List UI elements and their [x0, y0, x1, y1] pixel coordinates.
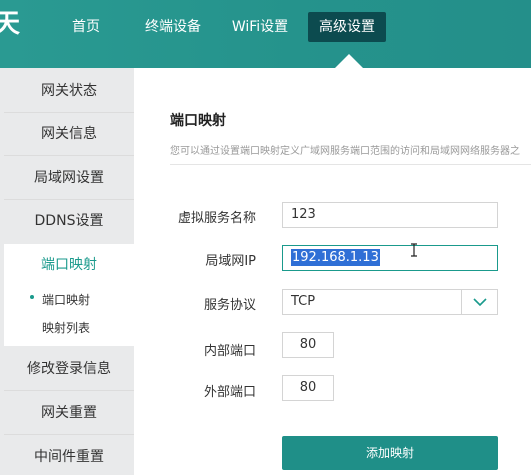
sub-item-mapping-list[interactable]: 映射列表	[42, 319, 90, 336]
sidebar-item-gateway-info[interactable]: 网关信息	[4, 113, 134, 155]
section-divider	[170, 164, 531, 165]
active-sub-bullet-icon	[30, 295, 34, 299]
protocol-selected-value: TCP	[291, 294, 316, 309]
protocol-label: 服务协议	[203, 298, 256, 313]
service-name-label: 虚拟服务名称	[177, 211, 256, 226]
sidebar: 网关状态 网关信息 局域网设置 DDNS设置 端口映射 端口映射 映射列表 修改…	[4, 68, 134, 475]
page-title: 端口映射	[170, 113, 226, 129]
brand-logo: 天	[0, 9, 20, 39]
sidebar-submenu: 端口映射 映射列表	[4, 282, 134, 346]
sidebar-item-gateway-status[interactable]: 网关状态	[4, 70, 134, 112]
nav-wifi-settings[interactable]: WiFi设置	[224, 12, 296, 42]
sidebar-item-gateway-reset[interactable]: 网关重置	[4, 392, 134, 434]
internal-port-label: 内部端口	[203, 344, 256, 359]
sidebar-divider	[4, 155, 134, 156]
sidebar-item-lan-settings[interactable]: 局域网设置	[4, 157, 134, 199]
sub-item-port-mapping[interactable]: 端口映射	[42, 291, 90, 308]
nav-advanced-settings[interactable]: 高级设置	[308, 12, 386, 42]
internal-port-input[interactable]: 80	[282, 332, 334, 358]
service-name-input[interactable]: 123	[282, 202, 498, 228]
lan-ip-input[interactable]: 192.168.1.13	[282, 245, 498, 271]
sidebar-divider	[4, 434, 134, 435]
lan-ip-label: 局域网IP	[205, 254, 256, 269]
protocol-select[interactable]: TCP	[282, 289, 498, 315]
lan-ip-selected-text: 192.168.1.13	[291, 249, 380, 266]
page-description: 您可以通过设置端口映射定义广域网服务端口范围的访问和局域网网络服务器之	[170, 146, 520, 157]
sidebar-divider	[4, 390, 134, 391]
external-port-input[interactable]: 80	[282, 375, 334, 401]
sidebar-item-port-mapping[interactable]: 端口映射	[4, 244, 134, 286]
top-nav-bar: 天 首页 终端设备 WiFi设置 高级设置	[0, 0, 531, 68]
text-cursor-icon	[410, 242, 418, 261]
sidebar-item-ddns-settings[interactable]: DDNS设置	[4, 200, 134, 242]
sidebar-item-middleware-reset[interactable]: 中间件重置	[4, 436, 134, 475]
external-port-label: 外部端口	[203, 385, 256, 400]
nav-terminal-devices[interactable]: 终端设备	[138, 12, 208, 42]
chevron-down-icon[interactable]	[461, 290, 497, 314]
main-content: 端口映射 您可以通过设置端口映射定义广域网服务端口范围的访问和局域网网络服务器之…	[134, 68, 531, 475]
add-mapping-button[interactable]: 添加映射	[282, 436, 498, 470]
active-nav-caret	[335, 54, 363, 68]
nav-home[interactable]: 首页	[58, 12, 114, 42]
sidebar-item-modify-login[interactable]: 修改登录信息	[4, 348, 134, 390]
